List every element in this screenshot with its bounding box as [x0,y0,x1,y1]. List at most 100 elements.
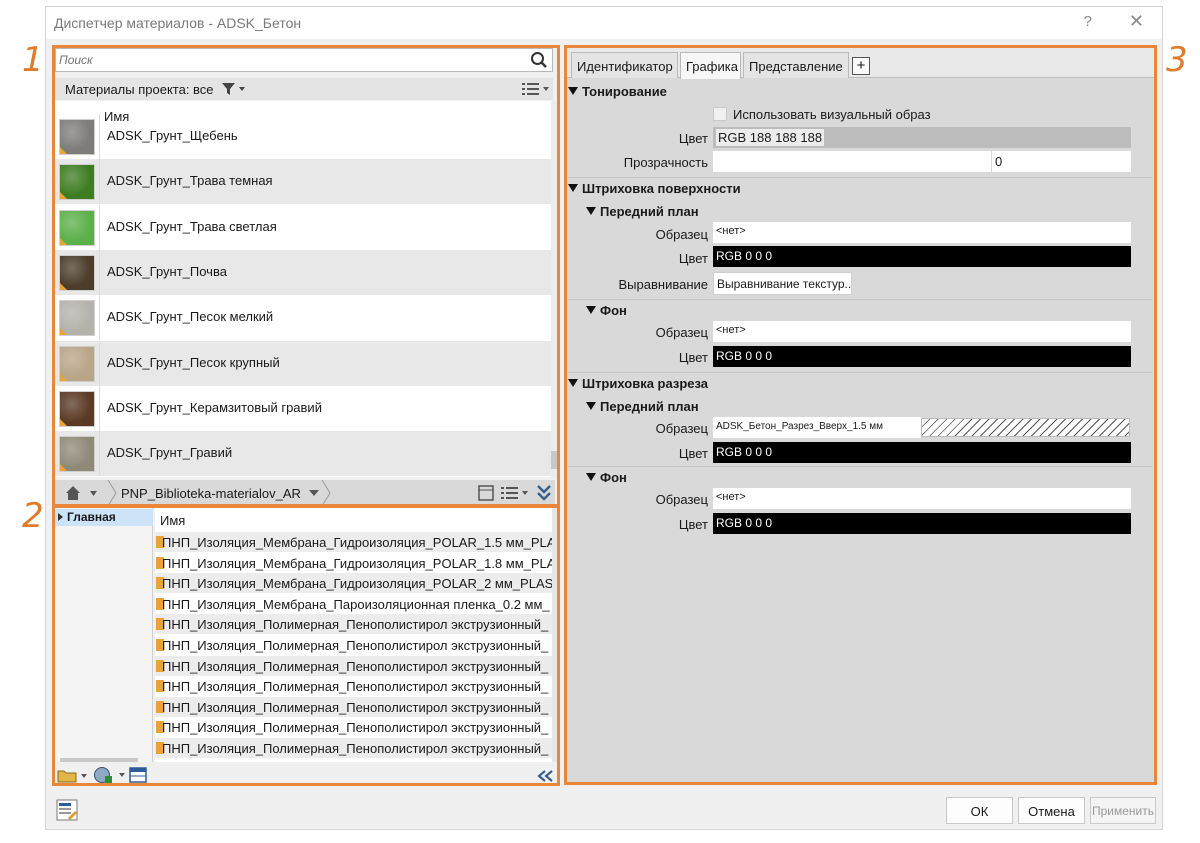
open-library-icon[interactable] [57,767,89,784]
list-item[interactable]: ADSK_Грунт_Трава светлая [55,204,551,250]
panel-toggle-icon[interactable] [478,485,494,501]
tab-identity[interactable]: Идентификатор [571,52,678,78]
material-badge-icon [60,282,67,290]
shading-color-field[interactable]: RGB 188 188 188 [713,127,1131,148]
list-item[interactable]: ADSK_Грунт_Почва [55,249,551,295]
transparency-label: Прозрачность [623,155,708,170]
library-scrollbar[interactable] [552,508,557,762]
ok-button[interactable]: ОК [946,797,1013,824]
collapse-triangle-icon[interactable] [586,402,596,410]
create-material-icon[interactable] [93,766,129,784]
search-input[interactable] [56,49,516,71]
library-item-name: ПНП_Изоляция_Мембрана_Пароизоляционная п… [162,596,550,612]
list-item[interactable]: ADSK_Грунт_Песок мелкий [55,295,551,341]
section-cut-pattern[interactable]: Штриховка разреза [568,376,708,391]
surface-bg-pattern-field[interactable]: <нет> [713,321,1131,342]
cut-bg-color-field[interactable]: RGB 0 0 0 [713,513,1131,534]
section-divider [568,299,1152,300]
library-list-item[interactable]: ПНП_Изоляция_Полимерная_Пенополистирол э… [155,676,552,696]
surface-foreground-group[interactable]: Передний план [586,204,699,219]
help-button[interactable]: ? [1084,13,1092,30]
library-list-item[interactable]: ПНП_Изоляция_Полимерная_Пенополистирол э… [155,635,552,655]
library-list-item[interactable]: ПНП_Изоляция_Полимерная_Пенополистирол э… [155,614,552,635]
section-divider [568,466,1152,467]
section-divider [568,177,1152,178]
section-divider [568,372,1152,373]
library-list-item[interactable]: ПНП_Изоляция_Мембрана_Гидроизоляция_POLA… [155,553,552,573]
breadcrumb-separator-icon [107,480,117,506]
search-icon[interactable] [530,51,548,72]
surface-bg-color-field[interactable]: RGB 0 0 0 [713,346,1131,367]
collapse-library-icon[interactable] [536,484,552,502]
tree-horizontal-scrollbar[interactable] [60,758,138,762]
library-breadcrumb[interactable]: PNP_Biblioteka-materialov_AR [121,486,301,501]
library-item-name: ПНП_Изоляция_Мембрана_Гидроизоляция_POLA… [162,576,552,592]
collapse-triangle-icon[interactable] [586,306,596,314]
library-item-name: ПНП_Изоляция_Полимерная_Пенополистирол э… [162,741,549,756]
library-toolbar: PNP_Biblioteka-materialov_AR [55,480,555,506]
surface-fg-color-field[interactable]: RGB 0 0 0 [713,246,1131,267]
list-item[interactable]: ADSK_Грунт_Песок крупный [55,340,551,386]
library-list-item[interactable]: ПНП_Изоляция_Мембрана_Пароизоляционная п… [155,594,552,614]
breadcrumb-dropdown-icon[interactable] [308,488,320,498]
material-editor-icon[interactable] [56,799,78,824]
home-icon[interactable] [64,485,104,504]
collapse-panel-icon[interactable] [536,769,554,783]
filter-icon[interactable] [221,81,247,100]
library-item-name: ПНП_Изоляция_Мембрана_Гидроизоляция_POLA… [162,535,552,550]
library-item-name: ПНП_Изоляция_Полимерная_Пенополистирол э… [162,720,549,736]
cut-pattern-preview[interactable] [921,418,1130,437]
list-item[interactable]: ADSK_Грунт_Гравий [55,431,551,477]
cut-fg-pattern-field[interactable]: ADSK_Бетон_Разрез_Вверх_1.5 мм [713,417,921,438]
collapse-triangle-icon[interactable] [568,379,578,387]
section-shading[interactable]: Тонирование [568,84,667,99]
collapse-triangle-icon[interactable] [568,184,578,192]
texture-alignment-button[interactable]: Выравнивание текстур... [713,272,852,295]
material-thumbnail [59,164,95,201]
use-render-appearance-checkbox[interactable] [713,107,727,121]
list-item[interactable]: ADSK_Грунт_Щебень [55,114,551,159]
materials-scrollbar[interactable] [551,101,557,477]
library-view-options-icon[interactable] [500,485,532,501]
tab-appearance[interactable]: Представление [743,52,849,78]
list-item[interactable]: ADSK_Грунт_Трава темная [55,159,551,205]
view-options-icon[interactable] [521,81,551,100]
list-item[interactable]: ADSK_Грунт_Керамзитовый гравий [55,385,551,431]
cancel-button[interactable]: Отмена [1018,797,1085,824]
section-cut-title: Штриховка разреза [582,376,709,391]
transparency-slider[interactable] [713,151,991,172]
library-list-item[interactable]: ПНП_Изоляция_Мембрана_Гидроизоляция_POLA… [155,532,552,552]
expand-arrow-icon[interactable] [58,513,63,521]
library-list-item[interactable]: ПНП_Изоляция_Полимерная_Пенополистирол э… [155,696,552,717]
search-field[interactable] [55,48,553,72]
section-shading-title: Тонирование [582,84,667,99]
apply-button[interactable]: Применить [1090,797,1156,824]
library-list-item[interactable]: ПНП_Изоляция_Мембрана_Гидроизоляция_POLA… [155,573,552,594]
asset-browser-icon[interactable] [129,767,147,783]
section-surface-pattern[interactable]: Штриховка поверхности [568,181,741,196]
library-item-name: ПНП_Изоляция_Мембрана_Гидроизоляция_POLA… [162,555,552,571]
collapse-triangle-icon[interactable] [586,207,596,215]
library-item-name: ПНП_Изоляция_Полимерная_Пенополистирол э… [162,699,549,715]
cut-bg-pattern-label: Образец [655,492,708,507]
surface-fg-pattern-field[interactable]: <нет> [713,222,1131,243]
section-surface-title: Штриховка поверхности [582,181,741,196]
library-list-item[interactable]: ПНП_Изоляция_Полимерная_Пенополистирол э… [155,655,552,676]
add-tab-button[interactable]: + [852,57,870,75]
transparency-value-field[interactable]: 0 [992,151,1131,172]
library-tree-item-home[interactable]: Главная [55,509,153,526]
material-name: ADSK_Грунт_Песок крупный [107,354,280,370]
surface-fg-color-label: Цвет [678,251,708,266]
library-list-item[interactable]: ПНП_Изоляция_Полимерная_Пенополистирол э… [155,738,552,758]
collapse-triangle-icon[interactable] [586,473,596,481]
cut-foreground-group[interactable]: Передний план [586,399,699,414]
project-materials-list: Имя ADSK_Грунт_Щебень ADSK_Грунт_Трава те… [55,101,551,477]
surface-background-group[interactable]: Фон [586,303,627,318]
cut-bg-pattern-field[interactable]: <нет> [713,488,1131,509]
cut-background-group[interactable]: Фон [586,470,627,485]
cut-fg-color-field[interactable]: RGB 0 0 0 [713,442,1131,463]
close-button[interactable]: ✕ [1129,11,1144,32]
library-list-item[interactable]: ПНП_Изоляция_Полимерная_Пенополистирол э… [155,717,552,737]
collapse-triangle-icon[interactable] [568,87,578,95]
tab-graphics[interactable]: Графика [680,52,741,79]
